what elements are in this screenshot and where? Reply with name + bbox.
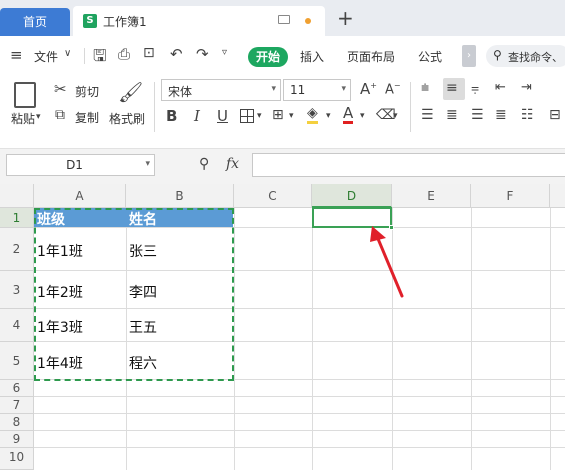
- print-icon[interactable]: ⎙: [118, 45, 130, 63]
- row-header-3[interactable]: 3: [0, 271, 34, 309]
- cut-icon[interactable]: ✂: [54, 80, 67, 98]
- chevron-down-icon[interactable]: ∨: [64, 48, 71, 59]
- row-header-1[interactable]: 1: [0, 208, 34, 228]
- row-header-9[interactable]: 9: [0, 431, 34, 448]
- print-preview-icon[interactable]: ⊡: [143, 45, 155, 61]
- indent-decrease-icon[interactable]: ⇤: [495, 80, 506, 95]
- font-color-dropdown-icon[interactable]: ▾: [360, 111, 365, 121]
- align-middle-icon[interactable]: ≡: [446, 80, 458, 96]
- distribute-icon[interactable]: ☷: [521, 107, 534, 123]
- col-header-blank: [550, 184, 565, 208]
- tab-workbook-title: 工作簿1: [103, 15, 147, 29]
- font-size-value: 11: [290, 83, 306, 97]
- spreadsheet-icon: S: [83, 14, 97, 28]
- tab-home[interactable]: 首页: [0, 8, 70, 36]
- col-header-c[interactable]: C: [234, 184, 312, 208]
- row-header-4[interactable]: 4: [0, 309, 34, 342]
- col-header-d[interactable]: D: [312, 184, 392, 208]
- justify-icon[interactable]: ≣: [495, 107, 507, 123]
- merge-cells-icon[interactable]: ⊟: [549, 107, 561, 123]
- menu-insert[interactable]: 插入: [300, 48, 324, 65]
- search-command-box[interactable]: ⚲ 查找命令、: [486, 45, 565, 67]
- customize-dropdown-icon[interactable]: ▿: [222, 47, 227, 58]
- spreadsheet-grid: A B C D E F 1 2 3 4 5 6 7 8 9 10 班级 姓名 1…: [0, 184, 565, 470]
- name-box-value: D1: [66, 158, 83, 172]
- fill-color-icon[interactable]: ◈: [307, 106, 318, 124]
- col-header-f[interactable]: F: [471, 184, 550, 208]
- copy-icon[interactable]: ⧉: [55, 107, 65, 123]
- paste-icon[interactable]: [14, 82, 36, 108]
- zoom-search-icon[interactable]: ⚲: [199, 156, 209, 172]
- cut-label[interactable]: 剪切: [75, 83, 99, 100]
- search-icon: ⚲: [493, 48, 502, 62]
- menu-bar: ≡ 文件 ∨ 🖫 ⎙ ⊡ ↶ ↷ ▿ 开始 插入 页面布局 公式 › ⚲ 查找命…: [0, 36, 565, 76]
- clear-dropdown-icon[interactable]: ▾: [393, 111, 398, 121]
- fx-icon[interactable]: fx: [226, 156, 239, 172]
- italic-icon[interactable]: I: [194, 107, 200, 125]
- bold-icon[interactable]: B: [166, 107, 177, 125]
- cell-style-icon[interactable]: ⊞: [272, 107, 284, 123]
- undo-icon[interactable]: ↶: [170, 45, 183, 63]
- row-header-7[interactable]: 7: [0, 397, 34, 414]
- underline-icon[interactable]: U: [217, 107, 228, 125]
- new-tab-plus-icon[interactable]: +: [337, 8, 354, 28]
- align-bottom-icon[interactable]: ⩦: [471, 80, 479, 96]
- row-header-8[interactable]: 8: [0, 414, 34, 431]
- annotation-arrow: [370, 226, 404, 298]
- row-header-2[interactable]: 2: [0, 228, 34, 271]
- paste-label[interactable]: 粘贴: [11, 110, 35, 127]
- row-header-5[interactable]: 5: [0, 342, 34, 380]
- align-right-icon[interactable]: ☰: [471, 107, 484, 123]
- align-center-icon[interactable]: ≣: [446, 107, 458, 123]
- increase-font-icon[interactable]: A+: [360, 80, 377, 98]
- redo-icon[interactable]: ↷: [196, 45, 209, 63]
- cell-style-dropdown-icon[interactable]: ▾: [289, 111, 294, 121]
- font-size-select[interactable]: 11 ▾: [283, 79, 351, 101]
- formula-bar: D1 ▾ ⚲ fx: [0, 148, 565, 184]
- fill-color-dropdown-icon[interactable]: ▾: [326, 111, 331, 121]
- col-header-a[interactable]: A: [34, 184, 126, 208]
- formula-input[interactable]: [252, 153, 565, 177]
- font-name-select[interactable]: 宋体 ▾: [161, 79, 281, 101]
- col-header-e[interactable]: E: [392, 184, 471, 208]
- save-icon[interactable]: 🖫: [93, 45, 107, 72]
- copy-label[interactable]: 复制: [75, 109, 99, 126]
- border-icon[interactable]: [240, 109, 254, 123]
- menu-formula[interactable]: 公式: [418, 48, 442, 65]
- copy-marquee: [34, 208, 234, 381]
- format-painter-icon[interactable]: 🖌: [118, 80, 143, 104]
- monitor-icon[interactable]: [278, 15, 290, 24]
- border-dropdown-icon[interactable]: ▾: [257, 111, 262, 121]
- align-top-icon[interactable]: ⩧: [421, 80, 429, 96]
- corner-select-all[interactable]: [0, 184, 34, 208]
- font-color-icon[interactable]: A: [343, 106, 354, 124]
- align-left-icon[interactable]: ☰: [421, 107, 434, 123]
- row-header-6[interactable]: 6: [0, 380, 34, 397]
- col-header-b[interactable]: B: [126, 184, 234, 208]
- search-placeholder: 查找命令、: [508, 51, 563, 64]
- menu-file[interactable]: 文件: [34, 48, 58, 65]
- tab-workbook[interactable]: S 工作簿1: [73, 6, 325, 36]
- menu-start[interactable]: 开始: [248, 47, 288, 67]
- font-name-value: 宋体: [168, 85, 193, 99]
- format-painter-label[interactable]: 格式刷: [109, 110, 145, 127]
- ribbon-toolbar: 粘贴 ▾ ✂ 剪切 ⧉ 复制 🖌 格式刷 宋体 ▾ 11 ▾ A+ A− B I U…: [0, 76, 565, 148]
- decrease-font-icon[interactable]: A−: [385, 81, 401, 97]
- menu-page-layout[interactable]: 页面布局: [347, 48, 395, 65]
- name-box[interactable]: D1 ▾: [6, 154, 155, 176]
- indent-increase-icon[interactable]: ⇥: [521, 80, 532, 95]
- unsaved-dot-icon: [305, 18, 311, 24]
- title-tab-bar: 首页 S 工作簿1 +: [0, 0, 565, 36]
- more-tabs-icon[interactable]: ›: [462, 45, 476, 67]
- row-header-10[interactable]: 10: [0, 448, 34, 470]
- paste-dropdown-icon[interactable]: ▾: [36, 112, 41, 122]
- hamburger-icon[interactable]: ≡: [10, 46, 23, 64]
